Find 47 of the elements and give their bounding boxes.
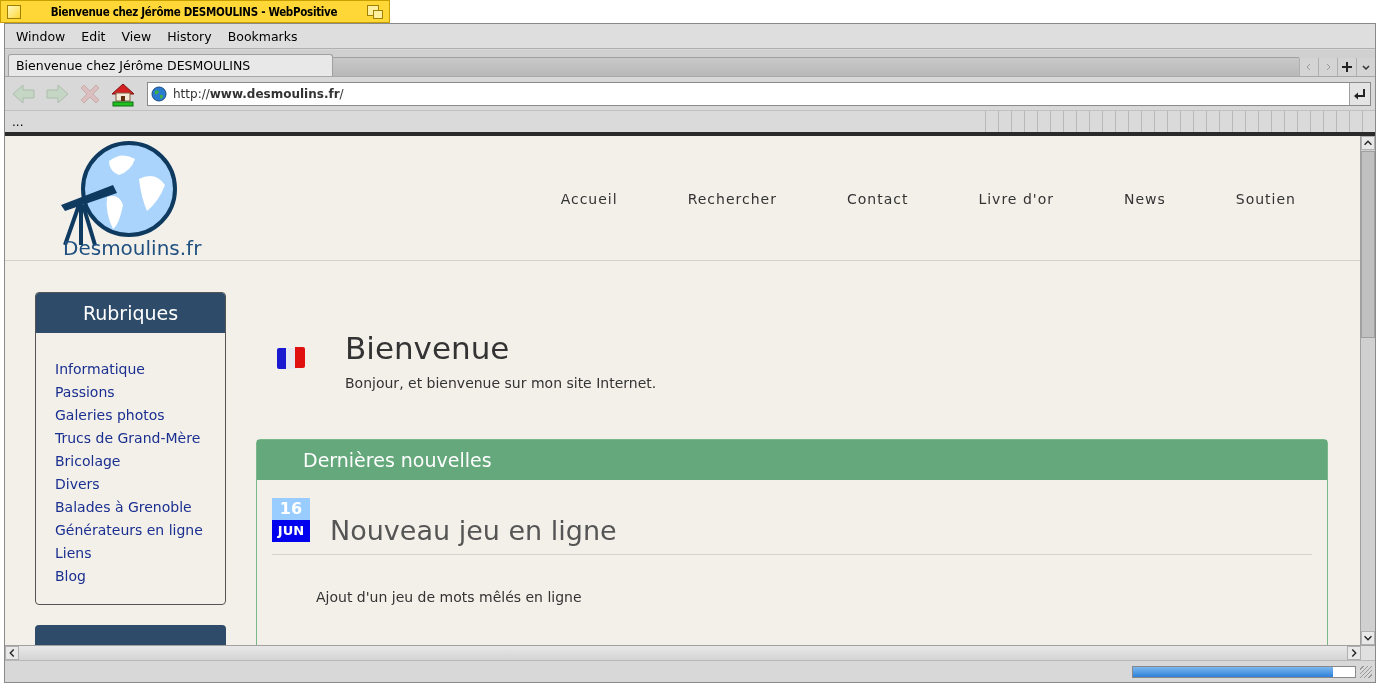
category-link[interactable]: Trucs de Grand-Mère [55,428,225,448]
news-panel-title: Dernières nouvelles [257,440,1327,480]
category-link[interactable]: Balades à Grenoble [55,497,225,517]
resize-grip-icon[interactable] [1360,665,1372,678]
category-link[interactable]: Blog [55,566,225,586]
news-title[interactable]: Nouveau jeu en ligne [330,515,617,546]
date-day: 16 [272,498,310,520]
category-link[interactable]: Divers [55,474,225,494]
menu-item[interactable]: Bookmarks [219,28,306,44]
category-link[interactable]: Informatique [55,359,225,379]
scroll-right-icon[interactable] [1347,646,1361,660]
category-link[interactable]: Liens [55,543,225,563]
scroll-left-icon[interactable] [5,646,19,660]
nav-link[interactable]: Accueil [560,191,618,207]
scroll-down-icon[interactable] [1361,631,1375,645]
nav-link[interactable]: Rechercher [687,191,777,207]
enter-icon[interactable] [1349,82,1370,105]
menu-item[interactable]: Window [8,28,74,44]
category-link[interactable]: Bricolage [55,451,225,471]
plus-icon[interactable] [1337,58,1356,76]
welcome-text: Bonjour, et bienvenue sur mon site Internet. [345,375,657,391]
nav-link[interactable]: Contact [846,191,909,207]
menu-item[interactable]: View [113,28,160,44]
nav-link[interactable]: Soutien [1235,191,1296,207]
nav-link[interactable]: Livre d'or [978,191,1054,207]
category-link[interactable]: Générateurs en ligne [55,520,225,540]
close-icon[interactable] [7,4,21,19]
category-link[interactable]: Galeries photos [55,405,225,425]
menu-item[interactable]: Edit [73,28,114,44]
nav-link[interactable]: News [1123,191,1166,207]
window-title: Bienvenue chez Jérôme DESMOULINS - WebPositive [49,4,339,19]
menu-item[interactable]: History [159,28,220,44]
scroll-up-icon[interactable] [1361,136,1375,150]
browser-tab[interactable]: Bienvenue chez Jérôme DESMOULINS [8,54,333,76]
globe-icon [151,85,167,102]
flag-icon [276,344,306,371]
url-field[interactable]: http://www.desmoulins.fr/ [147,81,1371,106]
welcome-heading: Bienvenue [345,330,511,366]
vertical-scrollbar[interactable] [1360,136,1375,645]
panel-title: Rubriques [36,293,225,333]
status-text: ... [11,114,24,129]
category-link[interactable]: Passions [55,382,225,402]
date-month: JUN [272,520,310,542]
site-logo[interactable]: Desmoulins.fr [47,141,207,259]
zoom-icon[interactable] [367,4,383,19]
news-text: Ajout d'un jeu de mots mêlés en ligne [316,589,583,605]
horizontal-scrollbar[interactable] [5,645,1375,660]
